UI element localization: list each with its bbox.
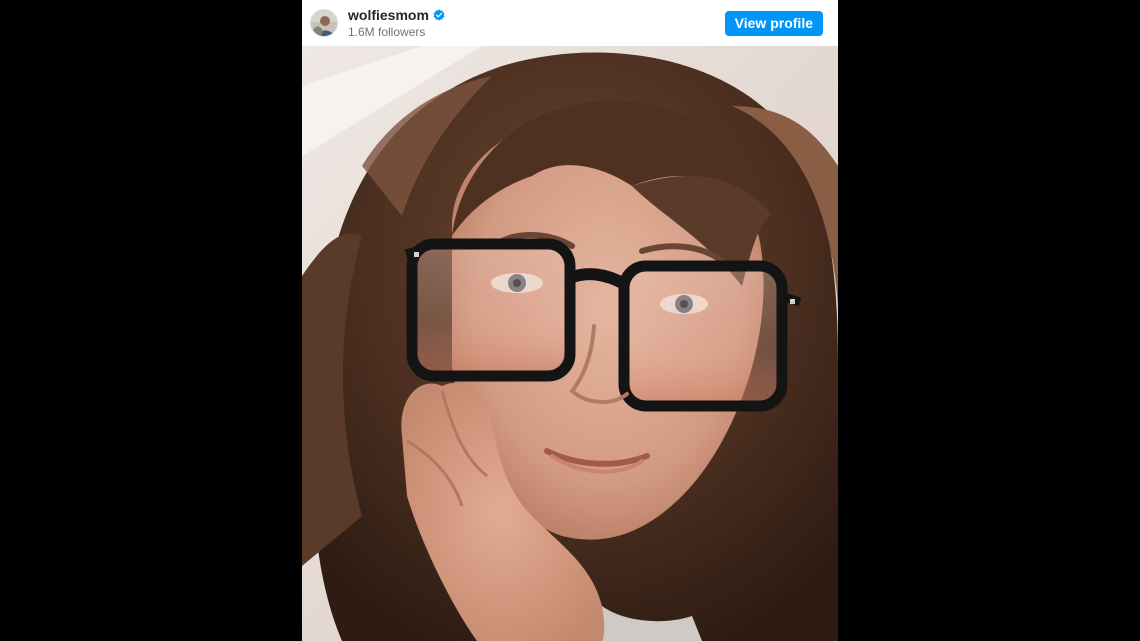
- embed-header: wolfiesmom 1.6M followers View profile: [302, 0, 838, 46]
- username[interactable]: wolfiesmom: [348, 8, 429, 22]
- post-photo[interactable]: [302, 46, 838, 641]
- profile-avatar[interactable]: [310, 9, 338, 37]
- verified-badge-icon: [433, 9, 445, 21]
- follower-count: 1.6M followers: [348, 25, 426, 39]
- view-profile-button[interactable]: View profile: [724, 10, 823, 36]
- page-background: wolfiesmom 1.6M followers View profile: [0, 0, 1140, 641]
- user-info: wolfiesmom 1.6M followers: [348, 8, 445, 38]
- username-row: wolfiesmom: [348, 8, 445, 22]
- instagram-embed: wolfiesmom 1.6M followers View profile: [302, 0, 838, 641]
